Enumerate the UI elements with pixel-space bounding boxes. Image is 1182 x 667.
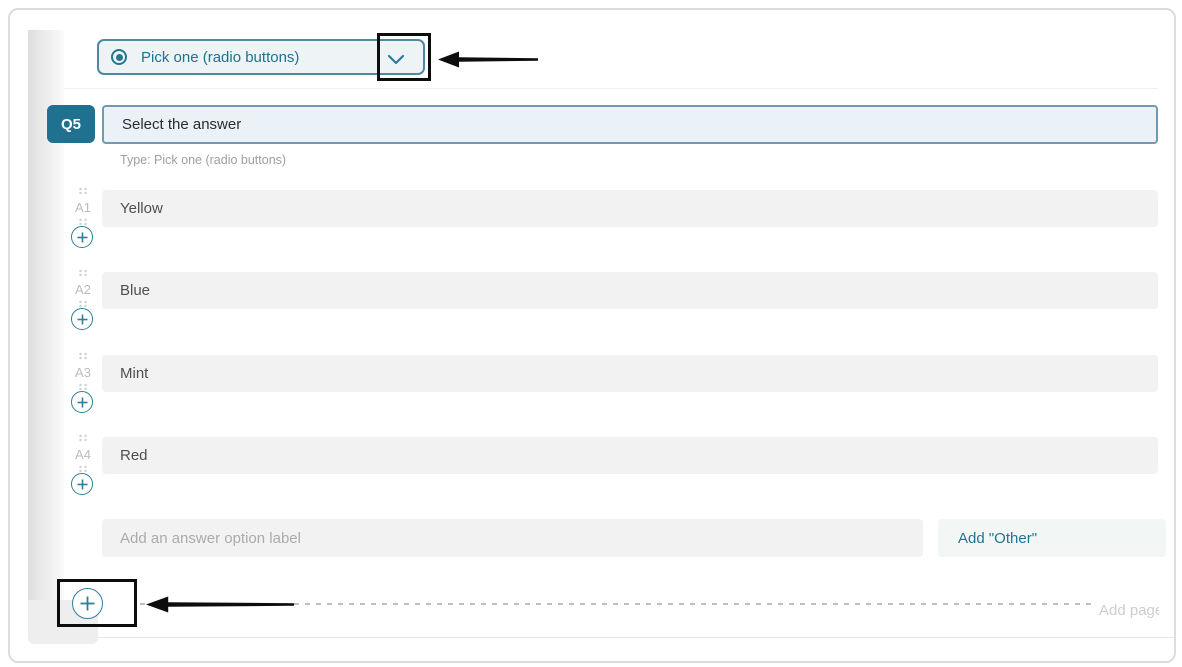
plus-icon — [77, 314, 88, 325]
insert-answer-button[interactable] — [71, 391, 93, 413]
annotation-arrow-add-button — [146, 595, 294, 614]
answer-option-input[interactable]: Red — [102, 437, 1158, 474]
question-type-dropdown[interactable]: Pick one (radio buttons) — [97, 39, 425, 75]
answer-option-input[interactable]: Blue — [102, 272, 1158, 309]
drag-handle-icon[interactable] — [76, 465, 90, 473]
answer-row: A4 Red — [10, 437, 1174, 517]
answer-id-label: A3 — [68, 365, 98, 380]
insert-answer-button[interactable] — [71, 473, 93, 495]
plus-icon — [77, 397, 88, 408]
new-answer-input[interactable] — [102, 519, 923, 557]
answer-row: A1 Yellow — [10, 190, 1174, 270]
question-block-border — [64, 88, 1158, 89]
answer-row: A2 Blue — [10, 272, 1174, 352]
question-title-input[interactable]: Select the answer — [102, 105, 1158, 144]
page-bottom-border — [98, 637, 1174, 638]
answer-row: A3 Mint — [10, 355, 1174, 435]
question-type-caption: Type: Pick one (radio buttons) — [120, 153, 286, 167]
drag-handle-icon[interactable] — [76, 383, 90, 391]
plus-icon — [77, 232, 88, 243]
annotation-highlight-add-button — [57, 579, 137, 627]
annotation-highlight-dropdown — [377, 33, 431, 81]
drag-handle-icon[interactable] — [76, 300, 90, 308]
drag-handle-icon[interactable] — [76, 218, 90, 226]
insert-answer-button[interactable] — [71, 308, 93, 330]
annotation-arrow-dropdown — [438, 50, 538, 69]
add-other-button[interactable]: Add "Other" — [938, 519, 1166, 557]
editor-canvas: Pick one (radio buttons) Q5 Select the a… — [8, 8, 1176, 663]
insert-answer-button[interactable] — [71, 226, 93, 248]
drag-handle-icon[interactable] — [76, 269, 90, 277]
radio-button-icon — [111, 49, 127, 65]
question-number-badge: Q5 — [47, 105, 95, 143]
answer-id-label: A4 — [68, 447, 98, 462]
answer-id-label: A1 — [68, 200, 98, 215]
add-page-label: Add page — [1099, 602, 1159, 622]
add-other-label: Add "Other" — [958, 530, 1037, 547]
question-type-value: Pick one (radio buttons) — [141, 49, 299, 66]
answer-id-label: A2 — [68, 282, 98, 297]
drag-handle-icon[interactable] — [76, 352, 90, 360]
answer-option-input[interactable]: Mint — [102, 355, 1158, 392]
drag-handle-icon[interactable] — [76, 434, 90, 442]
drag-handle-icon[interactable] — [76, 187, 90, 195]
answer-option-input[interactable]: Yellow — [102, 190, 1158, 227]
plus-icon — [77, 479, 88, 490]
